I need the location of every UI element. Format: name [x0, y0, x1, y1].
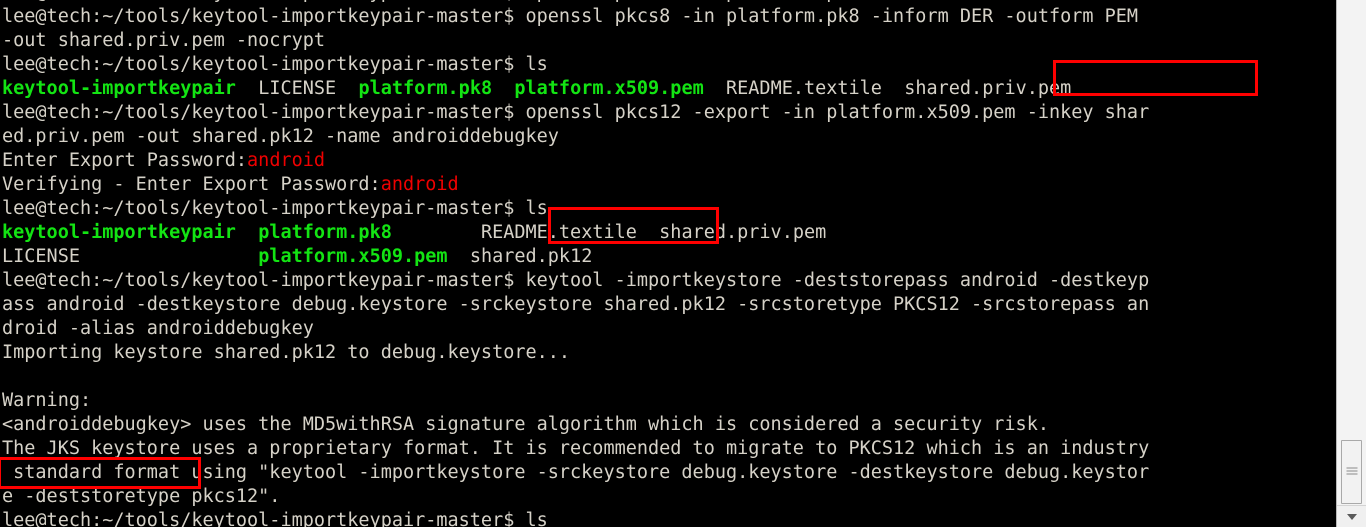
terminal-text-span: keytool-importkeypair [2, 222, 236, 243]
terminal-text-span [882, 78, 904, 99]
terminal-text-span: ass android -destkeystore debug.keystore… [2, 294, 1150, 315]
terminal-line: Importing keystore shared.pk12 to debug.… [0, 341, 1336, 365]
terminal-text-span: e -deststoretype pkcs12". [2, 486, 281, 507]
terminal-text-span: README.textile [726, 78, 882, 99]
terminal-text-span [704, 78, 726, 99]
terminal-text-span [236, 78, 258, 99]
terminal-text-span: platform.pk8 [358, 78, 493, 99]
terminal-line: lee@tech:~/tools/keytool-importkeypair-m… [0, 197, 1336, 221]
scrollbar-track[interactable] [1337, 0, 1366, 505]
scrollbar-thumb[interactable] [1341, 440, 1362, 504]
scrollbar-down-button[interactable] [1337, 505, 1366, 527]
terminal-text-span: keytool-importkeypair [2, 78, 236, 99]
terminal-line: ed.priv.pem -out shared.pk12 -name andro… [0, 125, 1336, 149]
terminal-line: -out shared.priv.pem -nocrypt [0, 29, 1336, 53]
terminal-line: The JKS keystore uses a proprietary form… [0, 437, 1336, 461]
terminal-text-span: lee@tech:~/tools/keytool-importkeypair-m… [2, 510, 548, 527]
terminal-text-span: lee@tech:~/tools/keytool-importkeypair-m… [2, 0, 1138, 3]
terminal-text-span: Enter Export Password: [2, 150, 248, 171]
terminal-text-span: lee@tech:~/tools/keytool-importkeypair-m… [2, 270, 1150, 291]
terminal-text-span: Verifying - Enter Export Password: [2, 174, 381, 195]
terminal-line [0, 365, 1336, 389]
terminal-text-span [459, 222, 481, 243]
terminal-text-span: -out shared.priv.pem -nocrypt [2, 30, 326, 51]
terminal-text-span: lee@tech:~/tools/keytool-importkeypair-m… [2, 102, 1150, 123]
terminal-output-area[interactable]: lee@tech:~/tools/keytool-importkeypair-m… [0, 0, 1336, 527]
terminal-text-span [236, 246, 258, 267]
terminal-text-span: README.textile [480, 222, 637, 243]
terminal-text-span: LICENSE [258, 78, 337, 99]
terminal-text-span: standard format using "keytool -importke… [2, 462, 1150, 483]
terminal-text-span: platform.x509.pem [514, 78, 704, 99]
terminal-text-span [236, 222, 258, 243]
terminal-text-span: <androiddebugkey> uses the MD5withRSA si… [2, 414, 1049, 435]
terminal-text-span: The JKS keystore uses a proprietary form… [2, 438, 1150, 459]
terminal-line: standard format using "keytool -importke… [0, 461, 1336, 485]
terminal-text-span [336, 78, 358, 99]
terminal-scrollbar[interactable] [1336, 0, 1366, 527]
terminal-window: lee@tech:~/tools/keytool-importkeypair-m… [0, 0, 1366, 527]
chevron-down-icon [1346, 513, 1357, 520]
terminal-line: ass android -destkeystore debug.keystore… [0, 293, 1336, 317]
terminal-text-span: lee@tech:~/tools/keytool-importkeypair-m… [2, 198, 548, 219]
terminal-text-span: Importing keystore shared.pk12 to debug.… [2, 342, 571, 363]
terminal-text-span [492, 78, 514, 99]
terminal-text-span: platform.x509.pem [258, 246, 448, 267]
terminal-line: droid -alias androiddebugkey [0, 317, 1336, 341]
terminal-text-span: android [380, 174, 459, 195]
terminal-line: <androiddebugkey> uses the MD5withRSA si… [0, 413, 1336, 437]
terminal-line: lee@tech:~/tools/keytool-importkeypair-m… [0, 101, 1336, 125]
terminal-text-span: shared.priv.pem [904, 78, 1072, 99]
terminal-line: lee@tech:~/tools/keytool-importkeypair-m… [0, 269, 1336, 293]
terminal-line: lee@tech:~/tools/keytool-importkeypair-m… [0, 53, 1336, 77]
terminal-line: lee@tech:~/tools/keytool-importkeypair-m… [0, 509, 1336, 527]
terminal-line: lee@tech:~/tools/keytool-importkeypair-m… [0, 5, 1336, 29]
terminal-text-span: lee@tech:~/tools/keytool-importkeypair-m… [2, 54, 548, 75]
terminal-line: Enter Export Password:android [0, 149, 1336, 173]
terminal-text-span: lee@tech:~/tools/keytool-importkeypair-m… [2, 6, 1139, 27]
scrollbar-grip-icon [1346, 467, 1357, 477]
terminal-text-span [2, 366, 13, 387]
terminal-text-span: shared.priv.pem [659, 222, 827, 243]
terminal-text-span: android [247, 150, 326, 171]
terminal-line: LICENSE platform.x509.pem shared.pk12 [0, 245, 1336, 269]
terminal-text-span [448, 246, 470, 267]
terminal-text-span: shared.pk12 [469, 246, 593, 267]
terminal-text-span: droid -alias androiddebugkey [2, 318, 314, 339]
terminal-line: keytool-importkeypair platform.pk8 READM… [0, 221, 1336, 245]
terminal-text-span: LICENSE [2, 246, 236, 267]
terminal-line: e -deststoretype pkcs12". [0, 485, 1336, 509]
terminal-line: Verifying - Enter Export Password:androi… [0, 173, 1336, 197]
terminal-line: Warning: [0, 389, 1336, 413]
terminal-text-span: platform.pk8 [258, 222, 459, 243]
terminal-text-span: ed.priv.pem -out shared.pk12 -name andro… [2, 126, 559, 147]
terminal-text-span: Warning: [2, 390, 92, 411]
terminal-line: keytool-importkeypair LICENSE platform.p… [0, 77, 1336, 101]
terminal-text-span [637, 222, 659, 243]
terminal-line-list: lee@tech:~/tools/keytool-importkeypair-m… [0, 0, 1336, 527]
